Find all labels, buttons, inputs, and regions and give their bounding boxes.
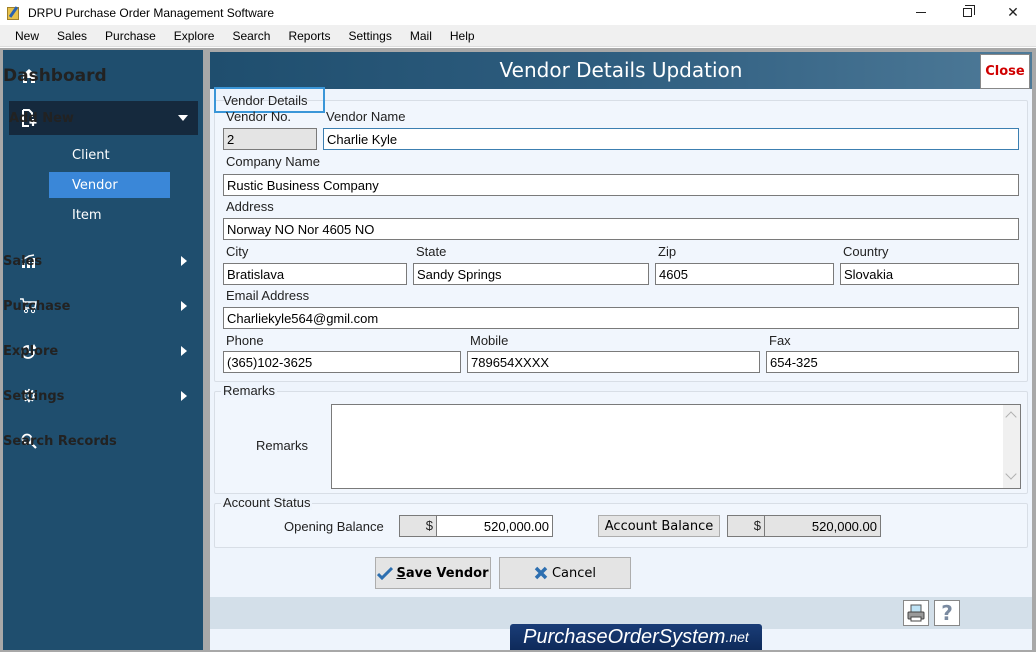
sidebar-item-add-new[interactable]: Add New <box>9 101 198 135</box>
email-field[interactable] <box>223 307 1019 329</box>
cancel-label: Cancel <box>551 565 597 581</box>
brand-main-text: PurchaseOrderSystem <box>523 625 726 648</box>
address-field[interactable] <box>223 218 1019 240</box>
phone-field[interactable] <box>223 351 461 373</box>
sidebar-item-sales[interactable]: Sales <box>3 248 203 274</box>
remarks-legend: Remarks <box>221 383 278 398</box>
chevron-right-icon <box>181 256 187 266</box>
account-status-legend: Account Status <box>221 495 313 510</box>
fax-field[interactable] <box>766 351 1019 373</box>
vendor-no-label: Vendor No. <box>226 109 292 124</box>
menu-reports[interactable]: Reports <box>279 25 339 47</box>
vendor-form-panel: Vendor Details Updation Close Vendor Det… <box>210 52 1032 650</box>
menu-mail[interactable]: Mail <box>401 25 441 47</box>
x-mark-icon <box>534 566 548 580</box>
sidebar-search-records-label: Search Records <box>3 433 117 449</box>
company-name-field[interactable] <box>223 174 1019 196</box>
sidebar-item-explore[interactable]: Explore <box>3 338 203 364</box>
vendor-details-legend: Vendor Details <box>223 93 308 108</box>
save-vendor-button[interactable]: Save Vendor <box>375 557 491 589</box>
page-title: Vendor Details Updation <box>499 58 743 82</box>
balance-currency: $ <box>727 515 765 537</box>
sidebar-subitem-item[interactable]: Item <box>49 202 170 228</box>
menu-purchase[interactable]: Purchase <box>96 25 165 47</box>
vendor-no-field[interactable] <box>223 128 317 150</box>
panel-header: Vendor Details Updation Close <box>210 52 1032 89</box>
sidebar-subitem-client[interactable]: Client <box>49 142 170 168</box>
close-button[interactable]: Close <box>980 54 1030 89</box>
chevron-right-icon <box>181 301 187 311</box>
state-label: State <box>416 244 447 259</box>
chevron-right-icon <box>181 391 187 401</box>
menu-sales[interactable]: Sales <box>48 25 96 47</box>
brand-suffix-text: .net <box>725 629 749 645</box>
scroll-down-icon[interactable] <box>1005 468 1017 480</box>
sidebar: Dashboard Add New Client Vendor Item Sal… <box>3 50 203 650</box>
window-close-button[interactable]: ✕ <box>990 0 1036 25</box>
city-label: City <box>226 244 249 259</box>
save-vendor-label: Save Vendor <box>396 565 489 581</box>
cancel-button[interactable]: Cancel <box>499 557 631 589</box>
sidebar-item-settings[interactable]: ⚙ Settings <box>3 383 203 409</box>
checkmark-icon <box>377 566 394 580</box>
print-button[interactable] <box>903 600 929 626</box>
email-label: Email Address <box>226 288 310 303</box>
sidebar-dashboard-label: Dashboard <box>3 66 107 86</box>
title-bar: DRPU Purchase Order Management Software … <box>0 0 1036 25</box>
remarks-scrollbar[interactable] <box>1003 405 1020 488</box>
sidebar-purchase-label: Purchase <box>3 298 71 314</box>
menu-help[interactable]: Help <box>441 25 484 47</box>
zip-label: Zip <box>658 244 677 259</box>
sidebar-subitem-vendor[interactable]: Vendor <box>49 172 170 198</box>
minimize-button[interactable] <box>898 0 944 25</box>
chevron-down-icon <box>178 115 188 121</box>
scroll-up-icon[interactable] <box>1005 411 1017 423</box>
sidebar-item-search-records[interactable]: Search Records <box>3 428 203 454</box>
company-name-label: Company Name <box>226 154 320 169</box>
vendor-name-field[interactable] <box>323 128 1019 150</box>
state-field[interactable] <box>413 263 649 285</box>
menu-new[interactable]: New <box>6 25 48 47</box>
address-label: Address <box>226 199 274 214</box>
sidebar-add-new-label: Add New <box>9 110 74 126</box>
restore-button[interactable] <box>944 0 990 25</box>
menu-explore[interactable]: Explore <box>165 25 224 47</box>
sidebar-item-purchase[interactable]: Purchase <box>3 293 203 319</box>
help-button[interactable]: ? <box>934 600 960 626</box>
sidebar-settings-label: Settings <box>3 388 65 404</box>
chevron-right-icon <box>181 346 187 356</box>
country-label: Country <box>843 244 889 259</box>
city-field[interactable] <box>223 263 407 285</box>
mobile-label: Mobile <box>470 333 509 348</box>
vendor-name-label: Vendor Name <box>326 109 406 124</box>
brand-logo: PurchaseOrderSystem .net <box>510 624 762 650</box>
mobile-field[interactable] <box>467 351 760 373</box>
sidebar-item-dashboard[interactable]: Dashboard <box>3 60 203 92</box>
printer-icon <box>907 604 925 622</box>
menu-settings[interactable]: Settings <box>340 25 401 47</box>
app-notepad-icon <box>6 5 22 21</box>
opening-balance-field[interactable] <box>436 515 553 537</box>
country-field[interactable] <box>840 263 1019 285</box>
menu-bar: New Sales Purchase Explore Search Report… <box>0 25 1036 47</box>
fax-label: Fax <box>769 333 791 348</box>
help-icon: ? <box>941 601 953 625</box>
remarks-textarea[interactable] <box>331 404 1021 489</box>
zip-field[interactable] <box>655 263 834 285</box>
sidebar-explore-label: Explore <box>3 343 59 359</box>
phone-label: Phone <box>226 333 264 348</box>
account-balance-field[interactable] <box>764 515 881 537</box>
window-title: DRPU Purchase Order Management Software <box>28 5 275 20</box>
account-balance-button[interactable]: Account Balance <box>598 515 720 537</box>
opening-balance-label: Opening Balance <box>284 519 384 534</box>
remarks-label: Remarks <box>256 438 309 453</box>
opening-currency: $ <box>399 515 437 537</box>
sidebar-sales-label: Sales <box>3 253 43 269</box>
menu-search[interactable]: Search <box>223 25 279 47</box>
